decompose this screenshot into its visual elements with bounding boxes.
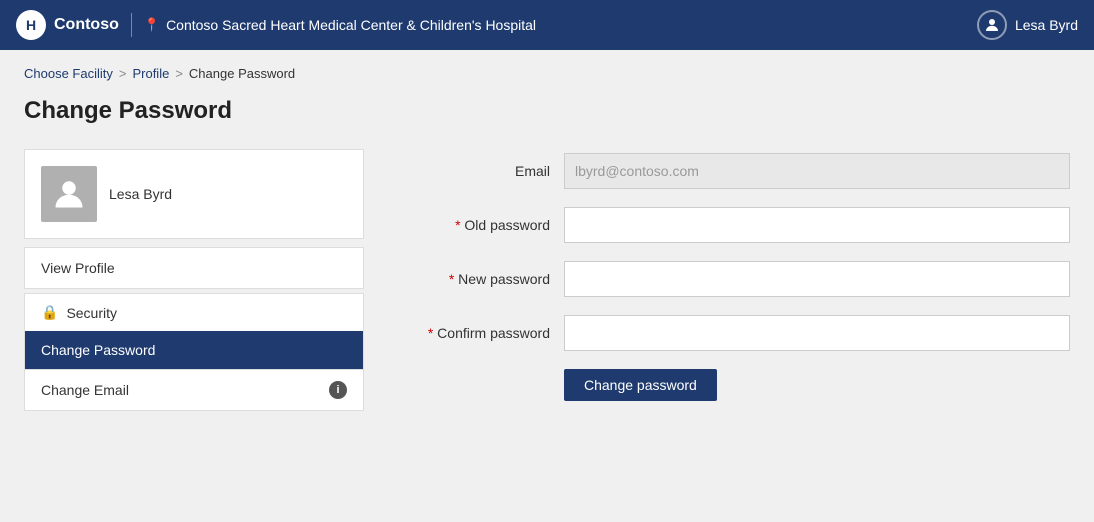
lock-icon: 🔒 — [41, 304, 58, 321]
org-name: Contoso — [54, 16, 119, 34]
old-password-label: Old password — [404, 217, 564, 233]
user-avatar-large — [41, 166, 97, 222]
view-profile-label: View Profile — [41, 260, 115, 276]
change-password-sidebar-label: Change Password — [41, 342, 155, 358]
location-icon: 📍 — [144, 17, 160, 33]
change-email-sidebar-item[interactable]: Change Email i — [24, 370, 364, 411]
new-password-row: New password — [404, 261, 1070, 297]
breadcrumb-current: Change Password — [189, 66, 295, 81]
confirm-password-row: Confirm password — [404, 315, 1070, 351]
security-section-header[interactable]: 🔒 Security — [24, 293, 364, 331]
user-card: Lesa Byrd — [24, 149, 364, 239]
sidebar: Lesa Byrd View Profile 🔒 Security Change… — [24, 149, 364, 411]
old-password-input[interactable] — [564, 207, 1070, 243]
logo-icon: H — [16, 10, 46, 40]
breadcrumb-choose-facility[interactable]: Choose Facility — [24, 66, 113, 81]
change-password-form: Email Old password New password Confirm … — [404, 149, 1070, 401]
facility-info: 📍 Contoso Sacred Heart Medical Center & … — [144, 17, 536, 33]
logo-area: H Contoso — [16, 10, 119, 40]
user-menu[interactable]: Lesa Byrd — [977, 10, 1078, 40]
breadcrumb-sep-1: > — [119, 66, 127, 81]
email-row: Email — [404, 153, 1070, 189]
breadcrumb: Choose Facility > Profile > Change Passw… — [24, 66, 1070, 81]
page-title: Change Password — [24, 97, 1070, 125]
old-password-row: Old password — [404, 207, 1070, 243]
change-email-sidebar-label: Change Email — [41, 382, 129, 398]
header-divider — [131, 13, 132, 37]
user-avatar-icon — [977, 10, 1007, 40]
page-content: Choose Facility > Profile > Change Passw… — [0, 50, 1094, 427]
main-layout: Lesa Byrd View Profile 🔒 Security Change… — [24, 149, 1070, 411]
app-header: H Contoso 📍 Contoso Sacred Heart Medical… — [0, 0, 1094, 50]
user-card-name: Lesa Byrd — [109, 186, 172, 202]
breadcrumb-sep-2: > — [175, 66, 183, 81]
facility-name: Contoso Sacred Heart Medical Center & Ch… — [166, 17, 536, 33]
email-label: Email — [404, 163, 564, 179]
new-password-label: New password — [404, 271, 564, 287]
change-email-info-icon[interactable]: i — [329, 381, 347, 399]
change-password-button[interactable]: Change password — [564, 369, 717, 401]
form-actions: Change password — [564, 369, 1070, 401]
confirm-password-input[interactable] — [564, 315, 1070, 351]
user-name-header: Lesa Byrd — [1015, 17, 1078, 33]
breadcrumb-profile[interactable]: Profile — [132, 66, 169, 81]
change-password-sidebar-item[interactable]: Change Password — [24, 331, 364, 370]
view-profile-item[interactable]: View Profile — [24, 247, 364, 289]
email-field — [564, 153, 1070, 189]
security-label: Security — [66, 305, 117, 321]
new-password-input[interactable] — [564, 261, 1070, 297]
confirm-password-label: Confirm password — [404, 325, 564, 341]
